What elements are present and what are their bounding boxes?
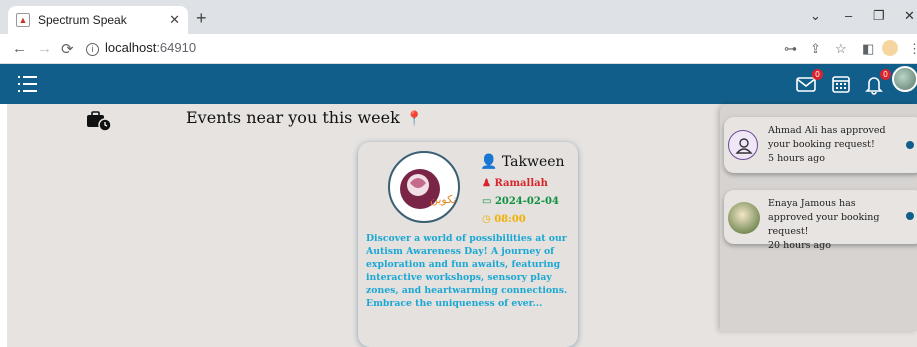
- browser-tabstrip: ▲ Spectrum Speak ✕ + ⌄ – ❐ ✕: [0, 0, 917, 34]
- calendar-icon[interactable]: [830, 73, 852, 95]
- clock-icon: ◷: [482, 214, 491, 225]
- event-time: ◷ 08:00: [482, 214, 526, 225]
- event-date-text: 2024-02-04: [494, 196, 559, 207]
- calendar-small-icon: ▭: [482, 196, 492, 207]
- browser-menu-icon[interactable]: ⋮: [908, 41, 917, 57]
- notification-message: Ahmad Ali has approved your booking requ…: [768, 125, 886, 150]
- new-tab-icon[interactable]: +: [196, 8, 207, 29]
- restore-icon[interactable]: ❐: [873, 8, 885, 24]
- notification-text: Enaya Jamous has approved your booking r…: [768, 197, 900, 253]
- close-window-icon[interactable]: ✕: [904, 8, 915, 24]
- url-port: :64910: [156, 40, 197, 55]
- reload-icon[interactable]: ⟳: [61, 40, 74, 58]
- messages-badge: 0: [812, 69, 823, 80]
- notification-avatar-user-icon: [728, 130, 758, 160]
- tab-search-icon[interactable]: ⌄: [810, 8, 821, 24]
- messages-icon[interactable]: 0: [795, 69, 823, 95]
- bookmark-star-icon[interactable]: ☆: [835, 41, 847, 57]
- user-icon: 👤: [480, 154, 498, 170]
- event-organizer-name: Takween: [501, 154, 565, 170]
- sidepanel-icon[interactable]: ◧: [862, 41, 874, 57]
- notifications-bell-icon[interactable]: 0: [863, 69, 891, 95]
- event-description: Discover a world of possibilities at our…: [366, 233, 568, 309]
- notification-time: 5 hours ago: [768, 153, 825, 164]
- briefcase-clock-icon: [86, 110, 112, 132]
- forward-icon[interactable]: →: [37, 40, 52, 57]
- url-host: localhost: [105, 40, 157, 55]
- unread-dot: [906, 141, 914, 149]
- left-edge: [0, 104, 7, 347]
- page-title: Events near you this week 📍: [186, 108, 423, 127]
- event-date: ▭ 2024-02-04: [482, 196, 559, 207]
- profile-icon[interactable]: [882, 40, 898, 56]
- site-info-icon[interactable]: i: [86, 43, 99, 56]
- organization-logo: تكوين: [388, 151, 460, 223]
- notification-item[interactable]: Enaya Jamous has approved your booking r…: [724, 190, 917, 251]
- notification-item[interactable]: Ahmad Ali has approved your booking requ…: [724, 117, 917, 173]
- unread-dot: [906, 212, 914, 220]
- tab-title: Spectrum Speak: [38, 13, 127, 27]
- minimize-icon[interactable]: –: [845, 8, 852, 23]
- url-field[interactable]: i localhost:64910: [86, 40, 196, 56]
- share-icon[interactable]: ⇪: [810, 41, 821, 57]
- map-pin-icon: 📍: [405, 111, 424, 127]
- event-organizer: 👤 Takween: [480, 154, 565, 170]
- notifications-panel: Ahmad Ali has approved your booking requ…: [720, 104, 917, 331]
- event-time-text: 08:00: [494, 214, 526, 225]
- address-bar: ← → ⟳ i localhost:64910 ⊶ ⇪ ☆ ◧ ⋮: [0, 34, 917, 64]
- browser-tab[interactable]: ▲ Spectrum Speak ✕: [8, 6, 188, 34]
- notification-avatar: [728, 202, 760, 234]
- logo-text: تكوين: [430, 193, 456, 206]
- back-icon[interactable]: ←: [12, 40, 27, 57]
- event-card[interactable]: تكوين 👤 Takween ♟ Ramallah ▭ 2024-02-04 …: [358, 142, 578, 347]
- event-location-text: Ramallah: [494, 178, 548, 189]
- notification-text: Ahmad Ali has approved your booking requ…: [768, 124, 900, 166]
- notification-time: 20 hours ago: [768, 240, 831, 251]
- event-location: ♟ Ramallah: [482, 178, 548, 189]
- app-bar: 0 0: [0, 64, 917, 104]
- person-icon: ♟: [482, 178, 491, 189]
- notifications-badge: 0: [880, 69, 891, 80]
- notification-message: Enaya Jamous has approved your booking r…: [768, 198, 880, 237]
- hamburger-menu-icon[interactable]: [18, 76, 38, 92]
- key-icon[interactable]: ⊶: [784, 41, 797, 57]
- user-avatar[interactable]: [892, 66, 917, 92]
- close-tab-icon[interactable]: ✕: [169, 12, 180, 28]
- site-favicon-icon: ▲: [16, 13, 30, 27]
- page-title-text: Events near you this week: [186, 108, 400, 127]
